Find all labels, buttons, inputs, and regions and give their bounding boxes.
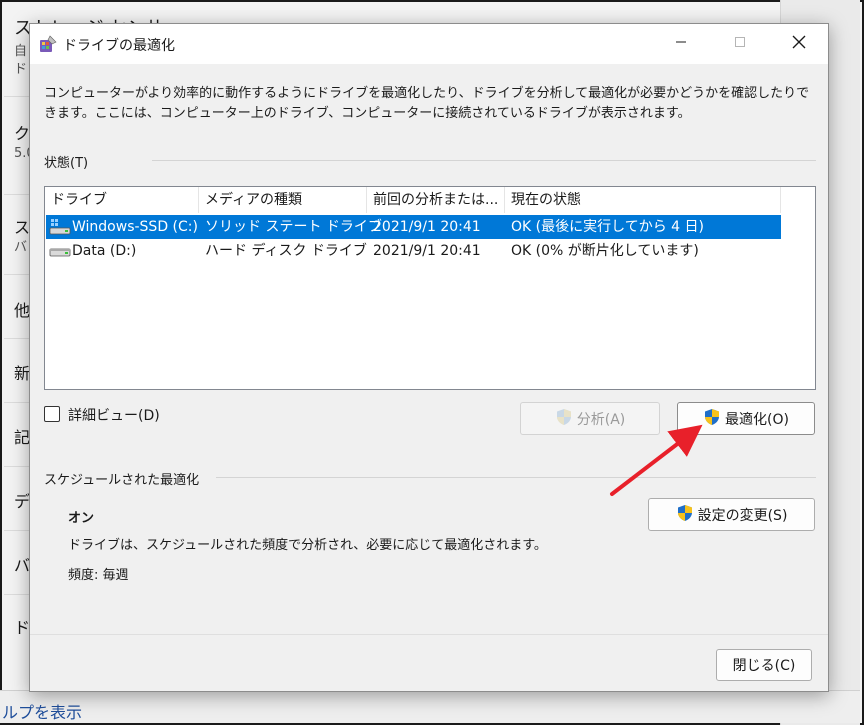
annotation-arrow: [610, 424, 703, 496]
annotation-arrow-line: [610, 424, 703, 496]
